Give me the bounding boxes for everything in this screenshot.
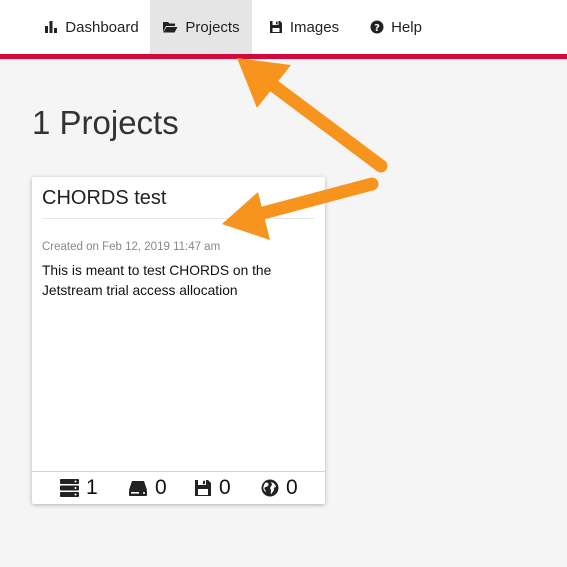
images-count[interactable]: 0 (194, 476, 231, 500)
images-count-value: 0 (219, 476, 231, 499)
floppy-disk-icon (269, 21, 282, 33)
nav-help-label: Help (391, 18, 422, 36)
nav-images-label: Images (289, 18, 340, 36)
project-description: This is meant to test CHORDS on the Jets… (42, 263, 272, 298)
volumes-count[interactable]: 0 (128, 476, 167, 500)
folder-open-icon (163, 22, 178, 33)
floating-ips-count[interactable]: 0 (261, 476, 298, 500)
project-title[interactable]: CHORDS test (42, 186, 166, 210)
floating-ips-count-value: 0 (286, 476, 298, 499)
nav-dashboard[interactable]: Dashboard (35, 0, 148, 54)
hard-drive-icon (129, 480, 147, 496)
arrow-to-projects-tab (237, 58, 388, 173)
top-navbar: Dashboard Projects Images ? Help (0, 0, 567, 59)
card-footer: 1 0 0 0 (32, 471, 325, 504)
nav-projects-label: Projects (185, 18, 240, 36)
bar-chart-icon (45, 21, 58, 33)
floppy-disk-icon (195, 480, 211, 496)
nav-help[interactable]: ? Help (355, 0, 437, 54)
svg-text:?: ? (374, 23, 380, 34)
created-date: Created on Feb 12, 2019 11:47 am (42, 241, 221, 253)
servers-count-value: 1 (86, 476, 98, 499)
question-circle-icon: ? (370, 20, 384, 34)
globe-icon (261, 479, 279, 497)
project-card[interactable]: CHORDS test Created on Feb 12, 2019 11:4… (32, 177, 325, 504)
nav-images[interactable]: Images (254, 0, 354, 54)
nav-dashboard-label: Dashboard (65, 18, 139, 36)
server-icon (60, 479, 79, 497)
card-divider (42, 218, 315, 219)
page-title: 1 Projects (32, 104, 179, 141)
servers-count[interactable]: 1 (60, 476, 98, 500)
nav-projects[interactable]: Projects (150, 0, 252, 54)
volumes-count-value: 0 (155, 476, 167, 499)
